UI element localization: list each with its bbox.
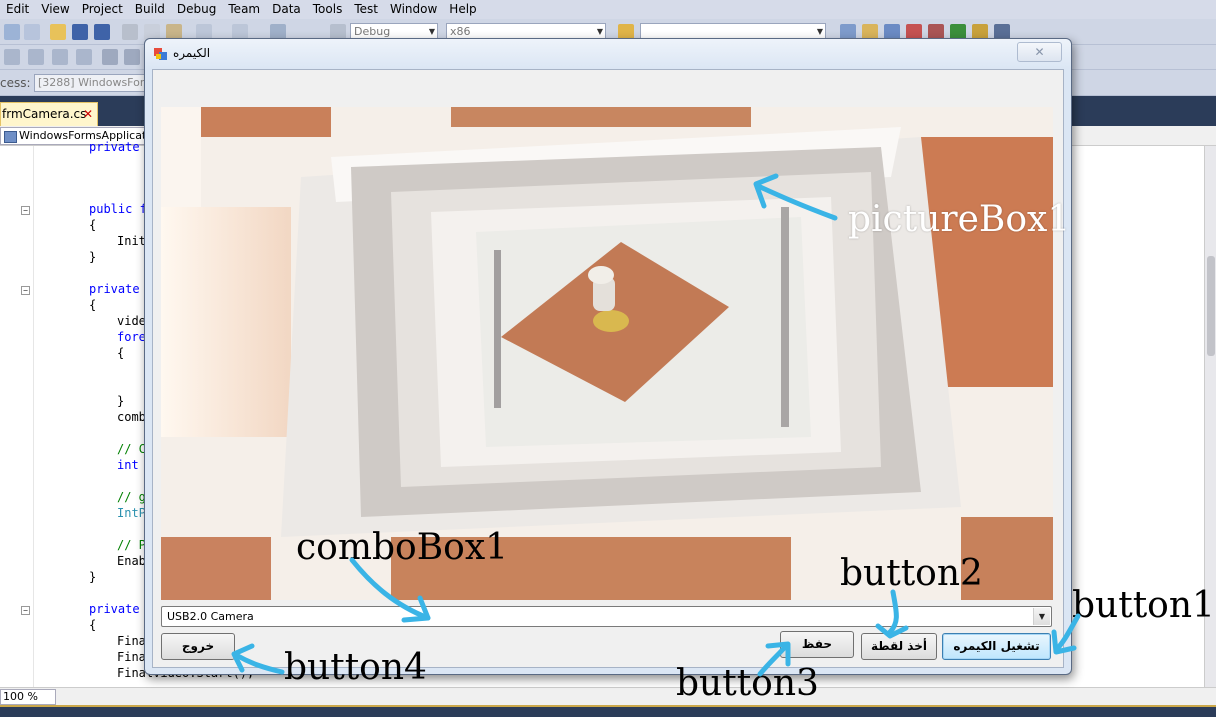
code-line: private [89,602,140,616]
menu-window[interactable]: Window [384,0,443,19]
annotation-button2: button2 [840,553,983,594]
camera-combo-value: USB2.0 Camera [167,610,254,623]
code-line: private [89,140,140,154]
collapse-icon[interactable]: − [21,286,30,295]
form-app-icon [154,48,167,60]
annotation-button3: button3 [676,663,819,704]
increase-indent-icon[interactable] [124,49,140,65]
code-line: { [89,218,97,232]
member-list-icon[interactable] [4,49,20,65]
code-line: vide [117,314,146,328]
camera-preview-image [161,107,1053,600]
save-all-icon[interactable] [94,24,110,40]
scrollbar-thumb[interactable] [1207,256,1215,356]
collapse-icon[interactable]: − [21,606,30,615]
camera-form-title: الكيمره [173,46,211,60]
tab-label: frmCamera.cs [2,107,87,121]
menu-project[interactable]: Project [76,0,129,19]
vs-menubar: Edit View Project Build Debug Team Data Tools Te… [0,0,1216,19]
close-icon[interactable]: ✕ [83,103,93,125]
editor-gutter: − − − [0,146,34,687]
process-label: cess: [0,76,31,90]
code-line: // g [117,490,146,504]
code-line: comb [117,410,146,424]
parameter-info-icon[interactable] [28,49,44,65]
zoom-combo[interactable]: 100 % [0,689,56,705]
code-line: fore [117,330,146,344]
platform-value: x86 [450,25,471,38]
complete-word-icon[interactable] [76,49,92,65]
annotation-combobox1: comboBox1 [296,527,509,568]
add-item-icon[interactable] [24,24,40,40]
code-line: } [89,570,97,584]
save-button[interactable]: حفظ [780,631,854,658]
annotation-button1: button1 [1072,585,1215,626]
camera-form-titlebar[interactable]: الكيمره ✕ [145,39,1071,69]
editor-bottom-bar: 100 % [0,687,1216,705]
code-line: Fina [117,650,146,664]
code-line: { [89,618,97,632]
code-line: Enab [117,554,146,568]
annotation-picturebox1: pictureBox1 [848,199,1071,240]
menu-view[interactable]: View [35,0,75,19]
new-project-icon[interactable] [4,24,20,40]
code-line: // P [117,538,146,552]
menu-team[interactable]: Team [222,0,266,19]
status-strip [0,705,1216,717]
open-folder-icon[interactable] [50,24,66,40]
close-button[interactable]: ✕ [1017,42,1062,62]
menu-help[interactable]: Help [443,0,482,19]
menu-build[interactable]: Build [129,0,171,19]
close-icon: ✕ [1034,45,1045,59]
quick-info-icon[interactable] [52,49,68,65]
snapshot-button[interactable]: أخذ لقطة [861,633,937,660]
save-icon[interactable] [72,24,88,40]
code-line: int [117,458,139,472]
exit-button[interactable]: خروج [161,633,235,660]
code-line: { [89,298,97,312]
camera-picture-box [161,107,1053,600]
code-line: Fina [117,634,146,648]
tab-frmcamera-cs[interactable]: frmCamera.cs ✕ [0,102,98,126]
code-line: { [117,346,125,360]
code-line: private [89,282,140,296]
menu-edit[interactable]: Edit [0,0,35,19]
collapse-icon[interactable]: − [21,206,30,215]
camera-select-combo[interactable]: USB2.0 Camera ▼ [161,606,1052,627]
chevron-down-icon[interactable]: ▼ [1033,608,1050,625]
code-line: // C [117,442,146,456]
start-camera-button[interactable]: تشغيل الكيمره [942,633,1051,660]
configuration-value: Debug [354,25,391,38]
annotation-button4: button4 [284,647,427,688]
code-line: Init [117,234,146,248]
menu-debug[interactable]: Debug [171,0,222,19]
code-line: public f [89,202,147,216]
process-combo[interactable]: [3288] WindowsForms [34,74,154,92]
code-line: IntP [117,506,146,520]
decrease-indent-icon[interactable] [102,49,118,65]
menu-data[interactable]: Data [266,0,307,19]
menu-test[interactable]: Test [348,0,384,19]
code-line: } [89,250,97,264]
menu-tools[interactable]: Tools [307,0,349,19]
code-line: } [117,394,125,408]
cut-icon[interactable] [122,24,138,40]
